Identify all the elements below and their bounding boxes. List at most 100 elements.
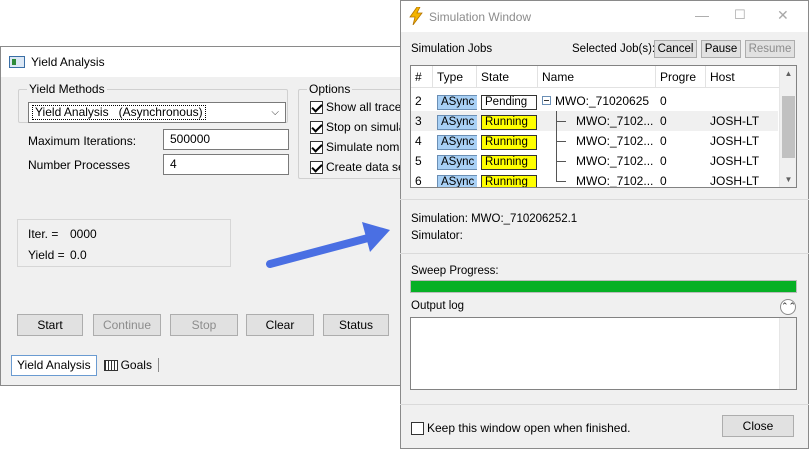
maximize-icon[interactable]: ☐ — [734, 7, 746, 23]
col-header-type[interactable]: Type — [433, 66, 477, 88]
job-state-badge: Running — [481, 175, 537, 187]
output-log-label: Output log — [411, 300, 465, 312]
option-checkbox[interactable] — [310, 160, 323, 174]
tab-yield-analysis[interactable]: Yield Analysis — [11, 354, 97, 376]
keep-open-label: Keep this window open when finished. — [427, 421, 631, 435]
job-name: MWO:_7102... — [576, 154, 654, 168]
job-type-badge: ASync — [437, 135, 477, 150]
yield-methods-label: Yield Methods — [27, 82, 107, 96]
max-iterations-field[interactable]: 500000 — [163, 129, 289, 150]
job-num: 4 — [415, 134, 422, 148]
selected-jobs-label: Selected Job(s): — [572, 43, 656, 55]
resume-job-button[interactable]: Resume — [745, 40, 795, 58]
col-header-state[interactable]: State — [477, 66, 538, 88]
bottom-tabbar: Yield Analysis Goals — [11, 353, 159, 377]
sweep-progress-fill — [411, 281, 796, 292]
close-button[interactable]: Close — [722, 415, 794, 437]
job-type-badge: ASync — [437, 175, 477, 187]
job-name-cell: MWO:_71020625 — [538, 91, 656, 111]
tree-collapse-icon[interactable] — [542, 96, 551, 106]
job-num: 5 — [415, 154, 422, 168]
job-progress: 0 — [660, 94, 667, 108]
table-row[interactable]: 6 ASync Running MWO:_7102... 0 JOSH-LT — [411, 171, 778, 188]
col-header-name[interactable]: Name — [538, 66, 656, 88]
sweep-progress-label: Sweep Progress: — [411, 265, 499, 277]
option-show-all-traces[interactable]: Show all trace u — [310, 100, 411, 114]
tree-line — [556, 161, 566, 162]
job-name: MWO:_7102... — [576, 174, 654, 188]
num-processes-field[interactable]: 4 — [163, 154, 289, 175]
arrow-shaft — [266, 234, 372, 268]
sim-window-title: Simulation Window — [429, 10, 532, 24]
table-row[interactable]: 3 ASync Running MWO:_7102... 0 JOSH-LT — [411, 111, 778, 131]
sim-window-titlebar[interactable]: Simulation Window — ☐ ✕ — [401, 1, 808, 32]
yield-method-select[interactable]: Yield Analysis (Asynchronous) ⌵ — [28, 102, 286, 123]
job-state-badge: Running — [481, 115, 537, 130]
yield-value: 0.0 — [70, 248, 87, 262]
tree-line — [556, 141, 566, 142]
section-divider — [400, 199, 809, 200]
job-progress: 0 — [660, 154, 667, 168]
yield-status-panel: Iter. = 0000 Yield = 0.0 — [17, 219, 231, 267]
job-progress: 0 — [660, 134, 667, 148]
option-checkbox[interactable] — [310, 120, 323, 134]
job-type-cell: ASync — [433, 171, 477, 187]
jobs-table[interactable]: # Type State Name Progre Host 2 ASync Pe… — [410, 65, 797, 188]
jobs-table-header: # Type State Name Progre Host — [411, 66, 796, 88]
minimize-icon[interactable]: — — [695, 7, 709, 23]
job-host: JOSH-LT — [710, 154, 760, 168]
job-type-badge: ASync — [437, 155, 477, 170]
option-checkbox[interactable] — [310, 140, 323, 154]
option-stop-on-simulation[interactable]: Stop on simulati — [310, 120, 411, 134]
table-row[interactable]: 2 ASync Pending MWO:_71020625 0 — [411, 91, 778, 111]
output-log[interactable] — [410, 317, 797, 390]
job-name: MWO:_7102... — [576, 134, 654, 148]
yield-window-titlebar[interactable]: Yield Analysis — [1, 47, 419, 77]
table-row[interactable]: 4 ASync Running MWO:_7102... 0 JOSH-LT — [411, 131, 778, 151]
job-host: JOSH-LT — [710, 134, 760, 148]
col-header-host[interactable]: Host — [706, 66, 780, 88]
scroll-down-icon[interactable]: ▼ — [780, 175, 796, 184]
pause-job-button[interactable]: Pause — [701, 40, 741, 58]
option-checkbox[interactable] — [310, 100, 323, 114]
pointer-arrow — [266, 222, 390, 268]
max-iterations-label: Maximum Iterations: — [28, 134, 137, 148]
keep-window-open-option[interactable]: Keep this window open when finished. — [411, 421, 630, 435]
tab-goals[interactable]: Goals — [121, 358, 152, 372]
output-log-scrollbar[interactable] — [779, 318, 796, 389]
section-divider — [400, 253, 809, 254]
yield-label: Yield = — [28, 248, 65, 262]
col-header-num[interactable]: # — [411, 66, 433, 88]
status-button[interactable]: Status — [323, 314, 389, 336]
job-type-cell: ASync — [433, 131, 477, 151]
job-progress: 0 — [660, 174, 667, 188]
simulation-jobs-label: Simulation Jobs — [411, 43, 493, 55]
start-button[interactable]: Start — [17, 314, 83, 336]
table-row[interactable]: 5 ASync Running MWO:_7102... 0 JOSH-LT — [411, 151, 778, 171]
job-host — [706, 91, 778, 111]
job-name-cell: MWO:_7102... — [538, 111, 656, 131]
job-name: MWO:_71020625 — [555, 94, 650, 108]
job-state-cell: Running — [477, 111, 538, 131]
close-icon[interactable]: ✕ — [777, 7, 789, 24]
job-state-cell: Running — [477, 131, 538, 151]
option-create-data-set[interactable]: Create data set — [310, 160, 408, 174]
cancel-job-button[interactable]: Cancel — [654, 40, 697, 58]
col-header-progress[interactable]: Progre — [656, 66, 706, 88]
options-label: Options — [307, 82, 353, 96]
tab-separator — [157, 358, 159, 372]
jobs-table-scrollbar[interactable]: ▲ ▼ — [779, 66, 796, 187]
scroll-thumb[interactable] — [782, 96, 795, 158]
lightning-icon — [409, 7, 423, 25]
stop-button[interactable]: Stop — [170, 314, 238, 336]
job-name-cell: MWO:_7102... — [538, 131, 656, 151]
job-host: JOSH-LT — [710, 114, 760, 128]
keep-open-checkbox[interactable] — [411, 421, 424, 435]
collapse-up-icon[interactable]: ⌃⌃ — [780, 299, 796, 315]
simulation-name-text: Simulation: MWO:_710206252.1 — [411, 213, 578, 225]
yield-window-title: Yield Analysis — [31, 55, 105, 69]
continue-button[interactable]: Continue — [93, 314, 161, 336]
scroll-up-icon[interactable]: ▲ — [780, 69, 796, 78]
job-state-badge: Running — [481, 135, 537, 150]
clear-button[interactable]: Clear — [246, 314, 314, 336]
